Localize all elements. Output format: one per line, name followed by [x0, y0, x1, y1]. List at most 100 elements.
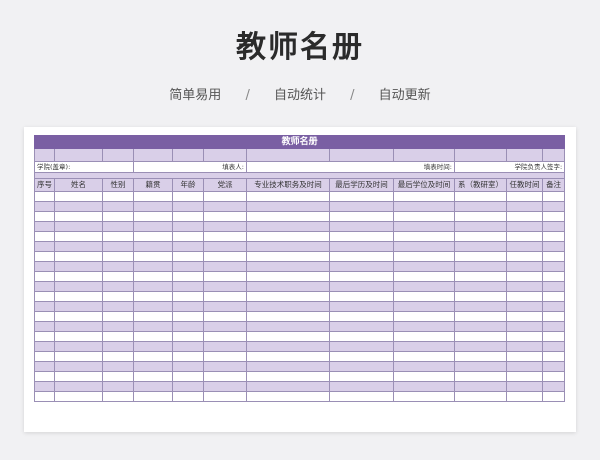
cell[interactable]: [506, 231, 543, 242]
cell[interactable]: [454, 321, 507, 332]
cell[interactable]: [246, 231, 330, 242]
cell[interactable]: [246, 341, 330, 352]
cell[interactable]: [454, 291, 507, 302]
cell[interactable]: [393, 351, 455, 362]
cell[interactable]: [172, 201, 204, 212]
cell[interactable]: [506, 281, 543, 292]
cell[interactable]: [172, 271, 204, 282]
cell[interactable]: [102, 391, 134, 402]
cell[interactable]: [133, 241, 173, 252]
cell[interactable]: [133, 148, 173, 162]
cell[interactable]: [133, 301, 173, 312]
cell[interactable]: [246, 241, 330, 252]
cell[interactable]: [246, 291, 330, 302]
cell[interactable]: [54, 311, 103, 322]
cell[interactable]: [329, 321, 394, 332]
cell[interactable]: [203, 371, 247, 382]
cell[interactable]: [329, 148, 394, 162]
cell[interactable]: [102, 301, 134, 312]
cell[interactable]: [506, 261, 543, 272]
cell[interactable]: [102, 341, 134, 352]
cell[interactable]: [54, 251, 103, 262]
cell[interactable]: [54, 301, 103, 312]
cell[interactable]: [329, 191, 394, 202]
cell[interactable]: [54, 148, 103, 162]
cell[interactable]: [34, 201, 55, 212]
cell[interactable]: [454, 251, 507, 262]
cell[interactable]: [133, 321, 173, 332]
cell[interactable]: [506, 341, 543, 352]
cell[interactable]: [541, 371, 566, 382]
cell[interactable]: [34, 341, 55, 352]
cell[interactable]: [203, 361, 247, 372]
cell[interactable]: [541, 341, 566, 352]
cell[interactable]: [393, 321, 455, 332]
cell[interactable]: [329, 271, 394, 282]
cell[interactable]: [34, 211, 55, 222]
cell[interactable]: [393, 371, 455, 382]
cell[interactable]: [172, 331, 204, 342]
cell[interactable]: [203, 261, 247, 272]
cell[interactable]: [329, 281, 394, 292]
cell[interactable]: [506, 191, 543, 202]
cell[interactable]: [34, 281, 55, 292]
cell[interactable]: [541, 281, 566, 292]
cell[interactable]: [54, 211, 103, 222]
cell[interactable]: [506, 301, 543, 312]
cell[interactable]: [541, 191, 566, 202]
cell[interactable]: [34, 391, 55, 402]
cell[interactable]: [102, 261, 134, 272]
cell[interactable]: [246, 221, 330, 232]
cell[interactable]: [34, 361, 55, 372]
cell[interactable]: [541, 271, 566, 282]
cell[interactable]: [54, 331, 103, 342]
cell[interactable]: [541, 331, 566, 342]
cell[interactable]: [203, 291, 247, 302]
cell[interactable]: [393, 381, 455, 392]
cell[interactable]: [133, 231, 173, 242]
cell[interactable]: [102, 148, 134, 162]
cell[interactable]: [203, 271, 247, 282]
cell[interactable]: [246, 251, 330, 262]
cell[interactable]: [541, 201, 566, 212]
cell[interactable]: [393, 331, 455, 342]
cell[interactable]: [54, 271, 103, 282]
cell[interactable]: [133, 271, 173, 282]
cell[interactable]: [541, 291, 566, 302]
cell[interactable]: [329, 211, 394, 222]
cell[interactable]: [541, 351, 566, 362]
cell[interactable]: [393, 201, 455, 212]
cell[interactable]: [54, 221, 103, 232]
cell[interactable]: [54, 361, 103, 372]
cell[interactable]: [133, 221, 173, 232]
cell[interactable]: [329, 351, 394, 362]
cell[interactable]: [393, 148, 455, 162]
cell[interactable]: [393, 391, 455, 402]
cell[interactable]: [246, 261, 330, 272]
cell[interactable]: [454, 341, 507, 352]
cell[interactable]: [393, 221, 455, 232]
cell[interactable]: [203, 251, 247, 262]
cell[interactable]: [454, 271, 507, 282]
cell[interactable]: [133, 281, 173, 292]
cell[interactable]: [393, 341, 455, 352]
cell[interactable]: [329, 231, 394, 242]
cell[interactable]: [133, 341, 173, 352]
cell[interactable]: [329, 361, 394, 372]
cell[interactable]: [246, 321, 330, 332]
cell[interactable]: [506, 391, 543, 402]
cell[interactable]: [506, 211, 543, 222]
cell[interactable]: [393, 311, 455, 322]
cell[interactable]: [203, 351, 247, 362]
cell[interactable]: [454, 311, 507, 322]
cell[interactable]: [203, 148, 247, 162]
cell[interactable]: [454, 221, 507, 232]
cell[interactable]: [34, 331, 55, 342]
cell[interactable]: [393, 271, 455, 282]
cell[interactable]: [541, 251, 566, 262]
cell[interactable]: [246, 211, 330, 222]
cell[interactable]: [329, 201, 394, 212]
cell[interactable]: [34, 241, 55, 252]
cell[interactable]: [329, 221, 394, 232]
cell[interactable]: [34, 351, 55, 362]
